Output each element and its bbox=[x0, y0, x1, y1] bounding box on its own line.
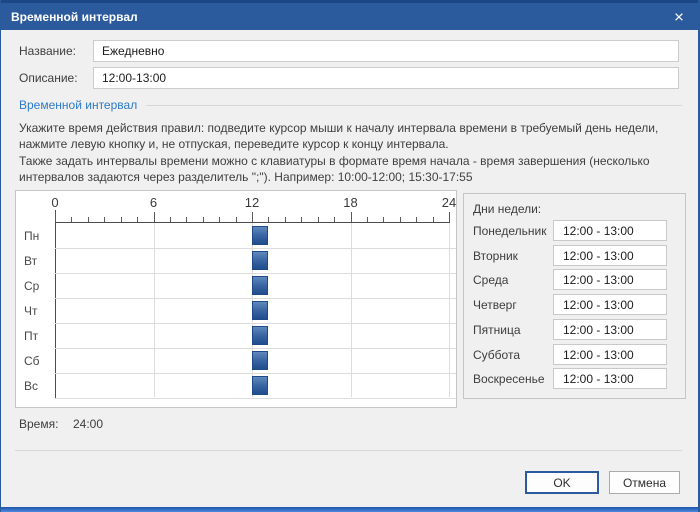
weekday-label: Среда bbox=[473, 273, 509, 287]
time-block[interactable] bbox=[252, 276, 268, 295]
hour-label: 24 bbox=[441, 195, 457, 210]
day-row-label: Пн bbox=[24, 229, 40, 243]
day-row-label: Вт bbox=[24, 254, 38, 268]
dialog-title: Временной интервал bbox=[11, 9, 138, 24]
weekday-time-input[interactable] bbox=[553, 368, 667, 389]
day-row-label: Чт bbox=[24, 304, 38, 318]
footer-divider bbox=[15, 450, 682, 451]
minor-tick bbox=[186, 217, 187, 222]
instructions-paragraph-2: Также задать интервалы времени можно с к… bbox=[19, 154, 650, 184]
minor-tick bbox=[121, 217, 122, 222]
weekday-label: Воскресенье bbox=[473, 372, 545, 386]
major-tick bbox=[154, 212, 155, 222]
minor-tick bbox=[236, 217, 237, 222]
major-tick bbox=[449, 212, 450, 222]
major-tick bbox=[252, 212, 253, 222]
weekday-label: Понедельник bbox=[473, 224, 547, 238]
time-block[interactable] bbox=[252, 351, 268, 370]
day-row-label: Сб bbox=[24, 354, 40, 368]
hour-label: 0 bbox=[51, 195, 59, 210]
minor-tick bbox=[170, 217, 171, 222]
minor-tick bbox=[88, 217, 89, 222]
day-row-label: Вс bbox=[24, 379, 39, 393]
minor-tick bbox=[334, 217, 335, 222]
day-row-label: Пт bbox=[24, 329, 39, 343]
description-input[interactable] bbox=[93, 67, 679, 89]
weekday-time-input[interactable] bbox=[553, 319, 667, 340]
section-title: Временной интервал bbox=[19, 98, 138, 112]
weekday-time-input[interactable] bbox=[553, 344, 667, 365]
weekday-label: Пятница bbox=[473, 323, 521, 337]
description-label: Описание: bbox=[19, 71, 78, 85]
section-header: Временной интервал bbox=[19, 98, 682, 112]
weekday-time-input[interactable] bbox=[553, 294, 667, 315]
week-days-panel: Дни недели: Понедельник Вторник Среда Четве… bbox=[463, 193, 686, 399]
weekday-time-input[interactable] bbox=[553, 245, 667, 266]
minor-tick bbox=[137, 217, 138, 222]
minor-tick bbox=[104, 217, 105, 222]
time-status-label: Время: bbox=[19, 417, 59, 431]
minor-tick bbox=[433, 217, 434, 222]
ok-button[interactable]: OK bbox=[525, 471, 599, 494]
minor-tick bbox=[416, 217, 417, 222]
time-interval-dialog: Временной интервал × Название: Описание:… bbox=[0, 0, 700, 512]
time-block[interactable] bbox=[252, 251, 268, 270]
weekday-label: Вторник bbox=[473, 249, 518, 263]
time-status-value: 24:00 bbox=[73, 417, 104, 431]
week-panel-title: Дни недели: bbox=[473, 202, 542, 216]
title-bar: Временной интервал × bbox=[1, 0, 698, 30]
minor-tick bbox=[383, 217, 384, 222]
minor-tick bbox=[318, 217, 319, 222]
minor-tick bbox=[400, 217, 401, 222]
day-row-label: Ср bbox=[24, 279, 40, 293]
minor-tick bbox=[285, 217, 286, 222]
section-divider bbox=[146, 104, 682, 106]
window-bottom-border bbox=[1, 507, 698, 512]
hour-label: 6 bbox=[149, 195, 158, 210]
name-input[interactable] bbox=[93, 40, 679, 62]
time-block[interactable] bbox=[252, 226, 268, 245]
weekday-time-input[interactable] bbox=[553, 269, 667, 290]
minor-tick bbox=[219, 217, 220, 222]
hour-label: 18 bbox=[343, 195, 358, 210]
time-block[interactable] bbox=[252, 301, 268, 320]
major-tick bbox=[351, 212, 352, 222]
close-icon[interactable]: × bbox=[669, 8, 689, 25]
hour-label: 12 bbox=[244, 195, 260, 210]
minor-tick bbox=[71, 217, 72, 222]
minor-tick bbox=[268, 217, 269, 222]
schedule-grid[interactable]: 0 6 12 18 24 Пн Вт Ср Чт Пт Сб Вс bbox=[15, 190, 457, 408]
weekday-time-input[interactable] bbox=[553, 220, 667, 241]
major-tick bbox=[55, 212, 56, 222]
time-block[interactable] bbox=[252, 376, 268, 395]
minor-tick bbox=[301, 217, 302, 222]
weekday-label: Четверг bbox=[473, 298, 517, 312]
name-label: Название: bbox=[19, 44, 76, 58]
minor-tick bbox=[203, 217, 204, 222]
minor-tick bbox=[367, 217, 368, 222]
instructions-paragraph-1: Укажите время действия правил: подведите… bbox=[19, 121, 659, 151]
time-block[interactable] bbox=[252, 326, 268, 345]
weekday-label: Суббота bbox=[473, 348, 520, 362]
cancel-button[interactable]: Отмена bbox=[609, 471, 680, 494]
